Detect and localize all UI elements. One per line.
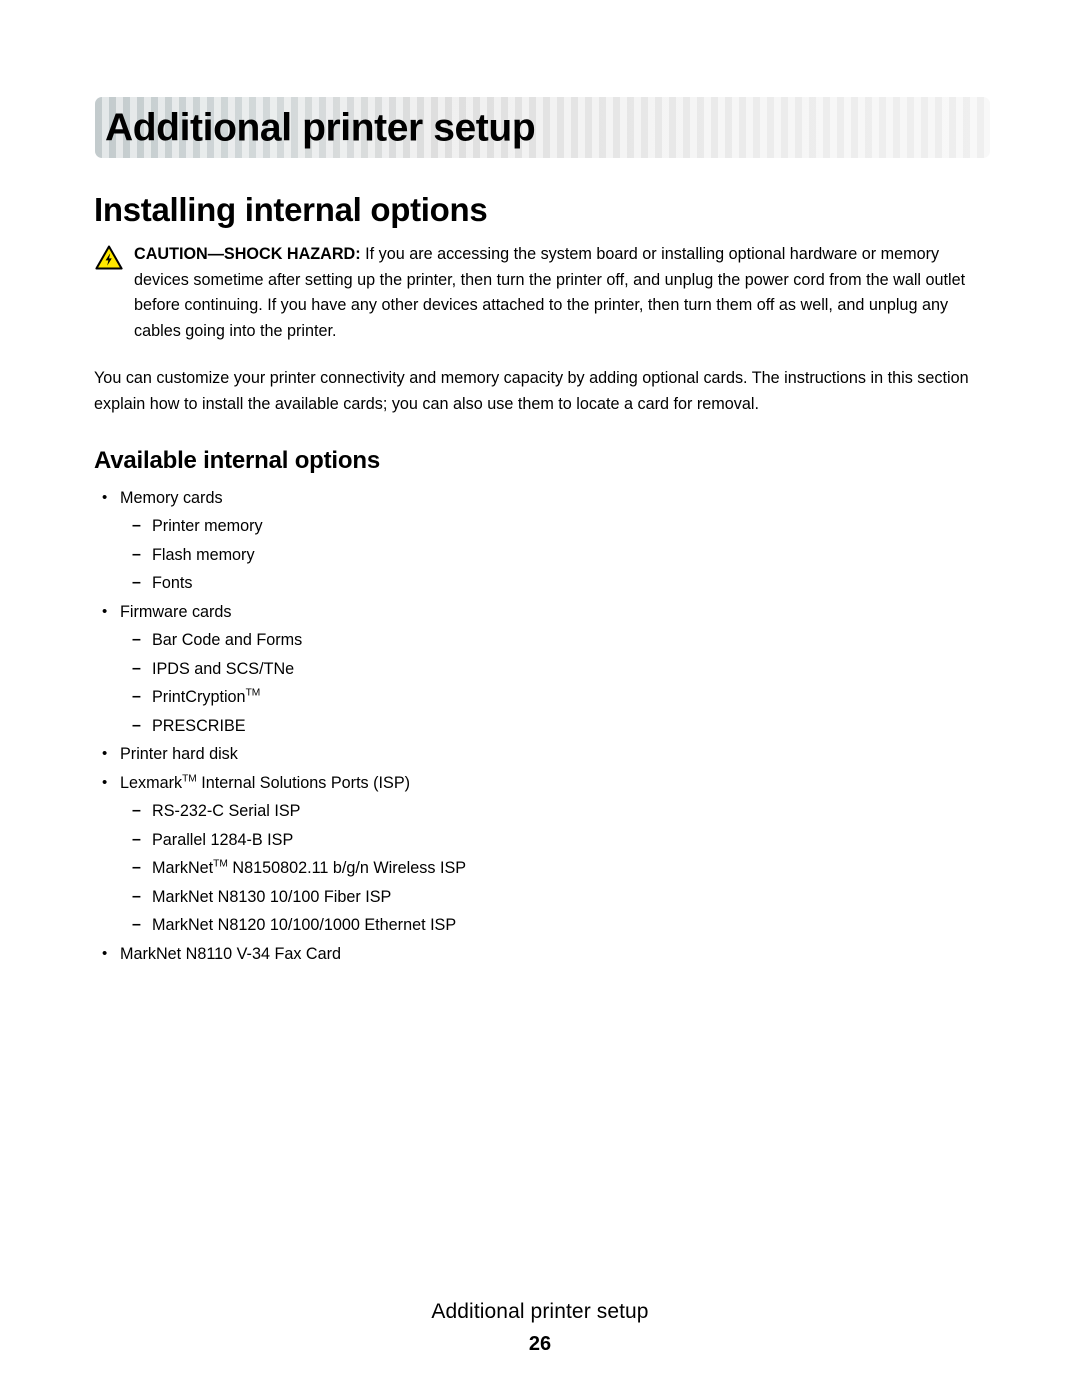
dash-icon: – [132, 859, 141, 877]
list-item-label: PRESCRIBE [152, 716, 246, 735]
list-item-label: Printer memory [152, 517, 263, 536]
list-item: – Flash memory [94, 541, 996, 570]
caution-shock-hazard-block: CAUTION—SHOCK HAZARD: If you are accessi… [94, 242, 996, 344]
available-options-list: • Memory cards – Printer memory – Flash memor… [94, 484, 996, 969]
dash-icon: – [132, 887, 141, 905]
page-footer: Additional printer setup 26 [0, 1297, 1080, 1359]
bullet-icon: • [102, 602, 108, 620]
list-item-label: Memory cards [120, 488, 223, 507]
list-item-label: PrintCryption [152, 688, 246, 707]
list-item-label: Flash memory [152, 545, 255, 564]
caution-label: CAUTION—SHOCK HAZARD: [134, 245, 361, 264]
shock-hazard-icon [95, 245, 123, 270]
dash-icon: – [132, 802, 141, 820]
caution-text: CAUTION—SHOCK HAZARD: If you are accessi… [134, 242, 996, 344]
list-item-label: Fonts [152, 574, 193, 593]
bullet-icon: • [102, 488, 108, 506]
list-item-label: Parallel 1284-B ISP [152, 830, 294, 849]
bullet-icon: • [102, 773, 108, 791]
footer-running-title: Additional printer setup [431, 1300, 649, 1323]
list-item-label: IPDS and SCS/TNe [152, 659, 295, 678]
list-item-label: Lexmark [120, 773, 183, 792]
list-item-label: MarkNet N8130 10/100 Fiber ISP [152, 887, 392, 906]
dash-icon: – [132, 688, 141, 706]
chapter-banner: Additional printer setup [95, 97, 990, 158]
list-item: – Fonts [94, 569, 996, 598]
list-item: – IPDS and SCS/TNe [94, 655, 996, 684]
chapter-title: Additional printer setup [105, 106, 536, 149]
list-item: – PRESCRIBE [94, 712, 996, 741]
list-item: – Bar Code and Forms [94, 626, 996, 655]
dash-icon: – [132, 631, 141, 649]
available-options-heading: Available internal options [94, 447, 380, 475]
list-item: • Firmware cards [94, 598, 996, 627]
dash-icon: – [132, 716, 141, 734]
list-item-label-tail: Internal Solutions Ports (ISP) [196, 773, 411, 792]
bullet-icon: • [102, 944, 108, 962]
list-item-label: Printer hard disk [120, 745, 238, 764]
list-item: • MarkNet N8110 V-34 Fax Card [94, 940, 996, 969]
list-item: – PrintCryptionTM [94, 683, 996, 712]
list-item-label-tail: N8150802.11 b/g/n Wireless ISP [227, 859, 467, 878]
trademark-superscript: TM [213, 859, 228, 870]
page-content: Installing internal options CAUTION—SHOC… [94, 191, 996, 969]
bullet-icon: • [102, 745, 108, 763]
list-item-label: MarkNet [152, 859, 214, 878]
list-item: – MarkNetTM N8150802.11 b/g/n Wireless IS… [94, 854, 996, 883]
trademark-superscript: TM [245, 688, 261, 699]
list-item-label: MarkNet N8110 V-34 Fax Card [120, 944, 342, 963]
list-item: – Parallel 1284-B ISP [94, 826, 996, 855]
list-item: – MarkNet N8130 10/100 Fiber ISP [94, 883, 996, 912]
list-item-label: MarkNet N8120 10/100/1000 Ethernet ISP [152, 916, 457, 935]
dash-icon: – [132, 830, 141, 848]
dash-icon: – [132, 659, 141, 677]
list-item: – MarkNet N8120 10/100/1000 Ethernet ISP [94, 911, 996, 940]
list-item-label: Bar Code and Forms [152, 631, 303, 650]
list-item: • Printer hard disk [94, 740, 996, 769]
trademark-superscript: TM [182, 773, 197, 785]
dash-icon: – [132, 545, 141, 563]
list-item-label: RS-232-C Serial ISP [152, 802, 301, 821]
list-item: – RS-232-C Serial ISP [94, 797, 996, 826]
section-heading: Installing internal options [94, 191, 488, 228]
dash-icon: – [132, 517, 141, 535]
list-item: • Memory cards [94, 484, 996, 513]
intro-paragraph: You can customize your printer connectiv… [94, 369, 969, 413]
dash-icon: – [132, 916, 141, 934]
list-item: – Printer memory [94, 512, 996, 541]
dash-icon: – [132, 574, 141, 592]
list-item: • LexmarkTM Internal Solutions Ports (ISP… [94, 769, 996, 798]
footer-page-number: 26 [528, 1333, 552, 1355]
list-item-label: Firmware cards [120, 602, 232, 621]
